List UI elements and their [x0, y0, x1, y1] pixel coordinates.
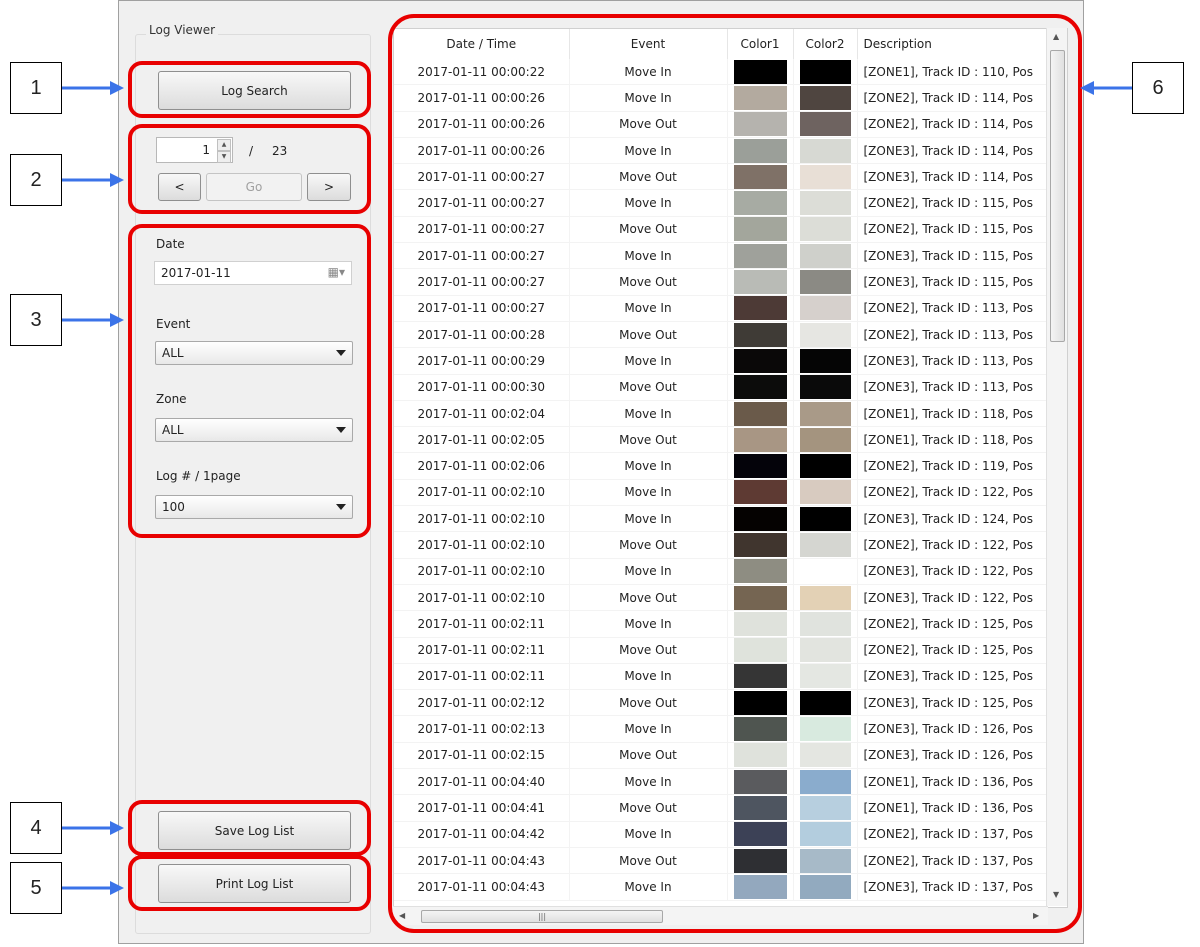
callout-arrows [62, 81, 1132, 895]
